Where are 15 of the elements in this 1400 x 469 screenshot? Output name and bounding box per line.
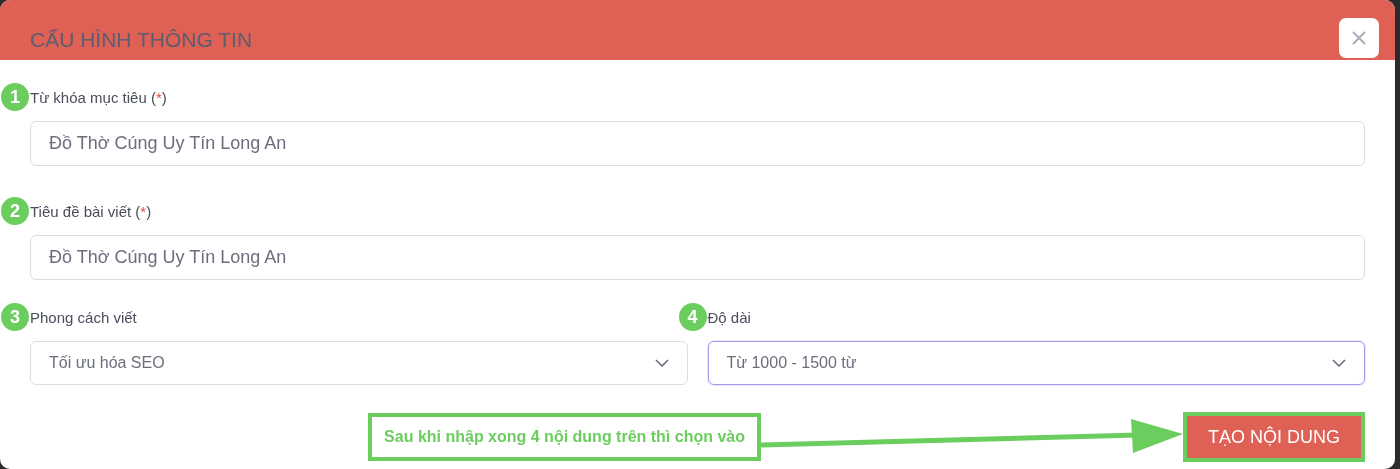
text-field[interactable]: Đồ Thờ Cúng Uy Tín Long An <box>30 121 1365 166</box>
step-badge: 3 <box>1 303 29 331</box>
select-field[interactable]: Tối ưu hóa SEO <box>30 341 688 385</box>
dialog-title: CẤU HÌNH THÔNG TIN <box>30 28 253 53</box>
create-content-button[interactable]: TẠO NỘI DUNG <box>1183 412 1365 462</box>
field-label: Phong cách viết <box>30 308 137 326</box>
field-label: Độ dài <box>707 308 751 326</box>
select-field[interactable]: Từ 1000 - 1500 từ <box>707 341 1365 385</box>
field-label: Tiêu đề bài viết (*) <box>30 202 152 220</box>
callout-text: Sau khi nhập xong 4 nội dung trên thì chọn vào <box>368 413 761 461</box>
field-label: Từ khóa mục tiêu (*) <box>30 88 167 106</box>
step-badge: 1 <box>1 83 29 111</box>
text-field[interactable]: Đồ Thờ Cúng Uy Tín Long An <box>30 235 1365 280</box>
step-badge: 2 <box>1 197 29 225</box>
step-badge: 4 <box>678 303 707 331</box>
